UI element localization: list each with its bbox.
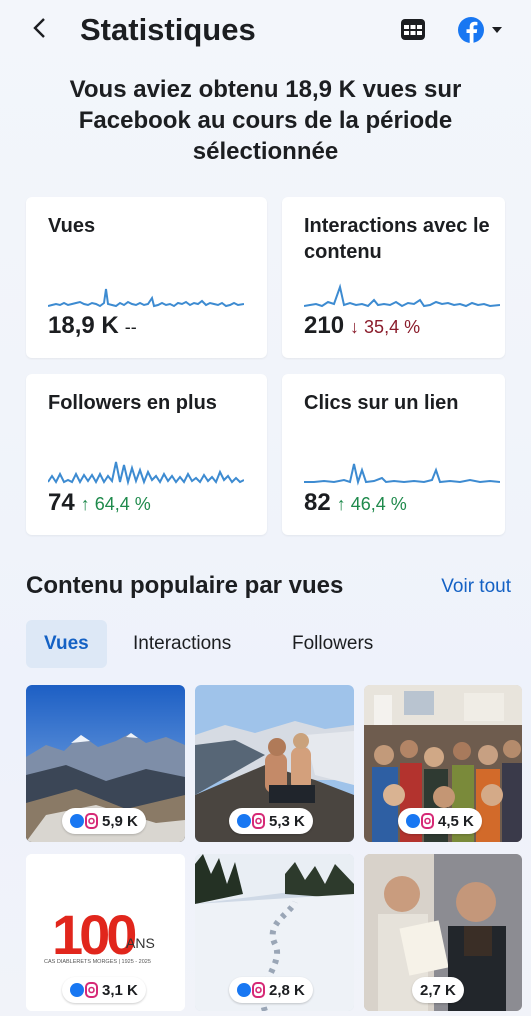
facebook-instagram-icon bbox=[70, 982, 98, 998]
view-count-badge: 3,1 K bbox=[62, 977, 146, 1003]
stat-card-interactions[interactable]: Interactions avec le contenu 210 ↓ 35,4 % bbox=[282, 197, 505, 358]
post-thumbnail[interactable]: 2,7 K bbox=[364, 854, 522, 1011]
stat-card-link-clicks[interactable]: Clics sur un lien 82 ↑ 46,4 % bbox=[282, 374, 505, 535]
sparkline bbox=[48, 461, 244, 486]
sparkline bbox=[304, 283, 500, 308]
view-count-badge: 4,5 K bbox=[398, 808, 482, 834]
chevron-left-icon[interactable] bbox=[30, 10, 56, 46]
post-thumbnail[interactable]: 5,3 K bbox=[195, 685, 354, 842]
account-switcher[interactable] bbox=[456, 14, 512, 46]
card-value: 82 ↑ 46,4 % bbox=[304, 489, 407, 516]
tab-interactions[interactable]: Interactions bbox=[115, 620, 249, 668]
card-label: Followers en plus bbox=[48, 392, 217, 414]
card-value: 210 ↓ 35,4 % bbox=[304, 312, 421, 339]
logo-caption: CAS DIABLERETS MORGES | 1925 - 2025 bbox=[44, 959, 151, 965]
card-value: 74 ↑ 64,4 % bbox=[48, 489, 151, 516]
post-thumbnail[interactable]: 5,9 K bbox=[26, 685, 185, 842]
facebook-instagram-icon bbox=[406, 813, 434, 829]
card-value: 18,9 K -- bbox=[48, 312, 137, 339]
sparkline bbox=[304, 463, 500, 486]
view-count-badge: 5,9 K bbox=[62, 808, 146, 834]
card-delta: -- bbox=[124, 317, 137, 337]
view-count-badge: 5,3 K bbox=[229, 808, 313, 834]
tab-followers[interactable]: Followers bbox=[274, 620, 391, 668]
stat-card-followers[interactable]: Followers en plus 74 ↑ 64,4 % bbox=[26, 374, 267, 535]
card-delta: ↓ 35,4 % bbox=[350, 317, 421, 337]
post-thumbnail[interactable]: 4,5 K bbox=[364, 685, 522, 842]
logo-number: 100 bbox=[52, 903, 135, 966]
facebook-instagram-icon bbox=[70, 813, 98, 829]
card-delta: ↑ 46,4 % bbox=[336, 494, 407, 514]
caret-down-icon bbox=[492, 27, 502, 33]
facebook-instagram-icon bbox=[237, 813, 265, 829]
stat-card-views[interactable]: Vues 18,9 K -- bbox=[26, 197, 267, 358]
card-label: Interactions avec le contenu bbox=[304, 215, 490, 263]
logo-suffix: ANS bbox=[126, 935, 155, 951]
card-delta: ↑ 64,4 % bbox=[80, 494, 151, 514]
view-count-badge: 2,7 K bbox=[412, 977, 464, 1003]
summary-headline: Vous aviez obtenu 18,9 K vues sur Facebo… bbox=[69, 76, 462, 165]
post-thumbnail[interactable]: 100 ANS CAS DIABLERETS MORGES | 1925 - 2… bbox=[26, 854, 185, 1011]
post-thumbnail[interactable]: 2,8 K bbox=[195, 854, 354, 1011]
card-label: Clics sur un lien bbox=[304, 392, 459, 414]
page-title: Statistiques bbox=[80, 12, 256, 47]
view-count-badge: 2,8 K bbox=[229, 977, 313, 1003]
tab-views[interactable]: Vues bbox=[26, 620, 107, 668]
sparkline bbox=[48, 288, 244, 308]
see-all-link[interactable]: Voir tout bbox=[441, 574, 511, 600]
section-title: Contenu populaire par vues bbox=[26, 572, 344, 599]
card-label: Vues bbox=[48, 215, 96, 237]
facebook-instagram-icon bbox=[237, 982, 265, 998]
calendar-icon[interactable] bbox=[400, 17, 426, 41]
facebook-icon bbox=[458, 17, 502, 43]
top-bar: Statistiques bbox=[0, 0, 531, 60]
